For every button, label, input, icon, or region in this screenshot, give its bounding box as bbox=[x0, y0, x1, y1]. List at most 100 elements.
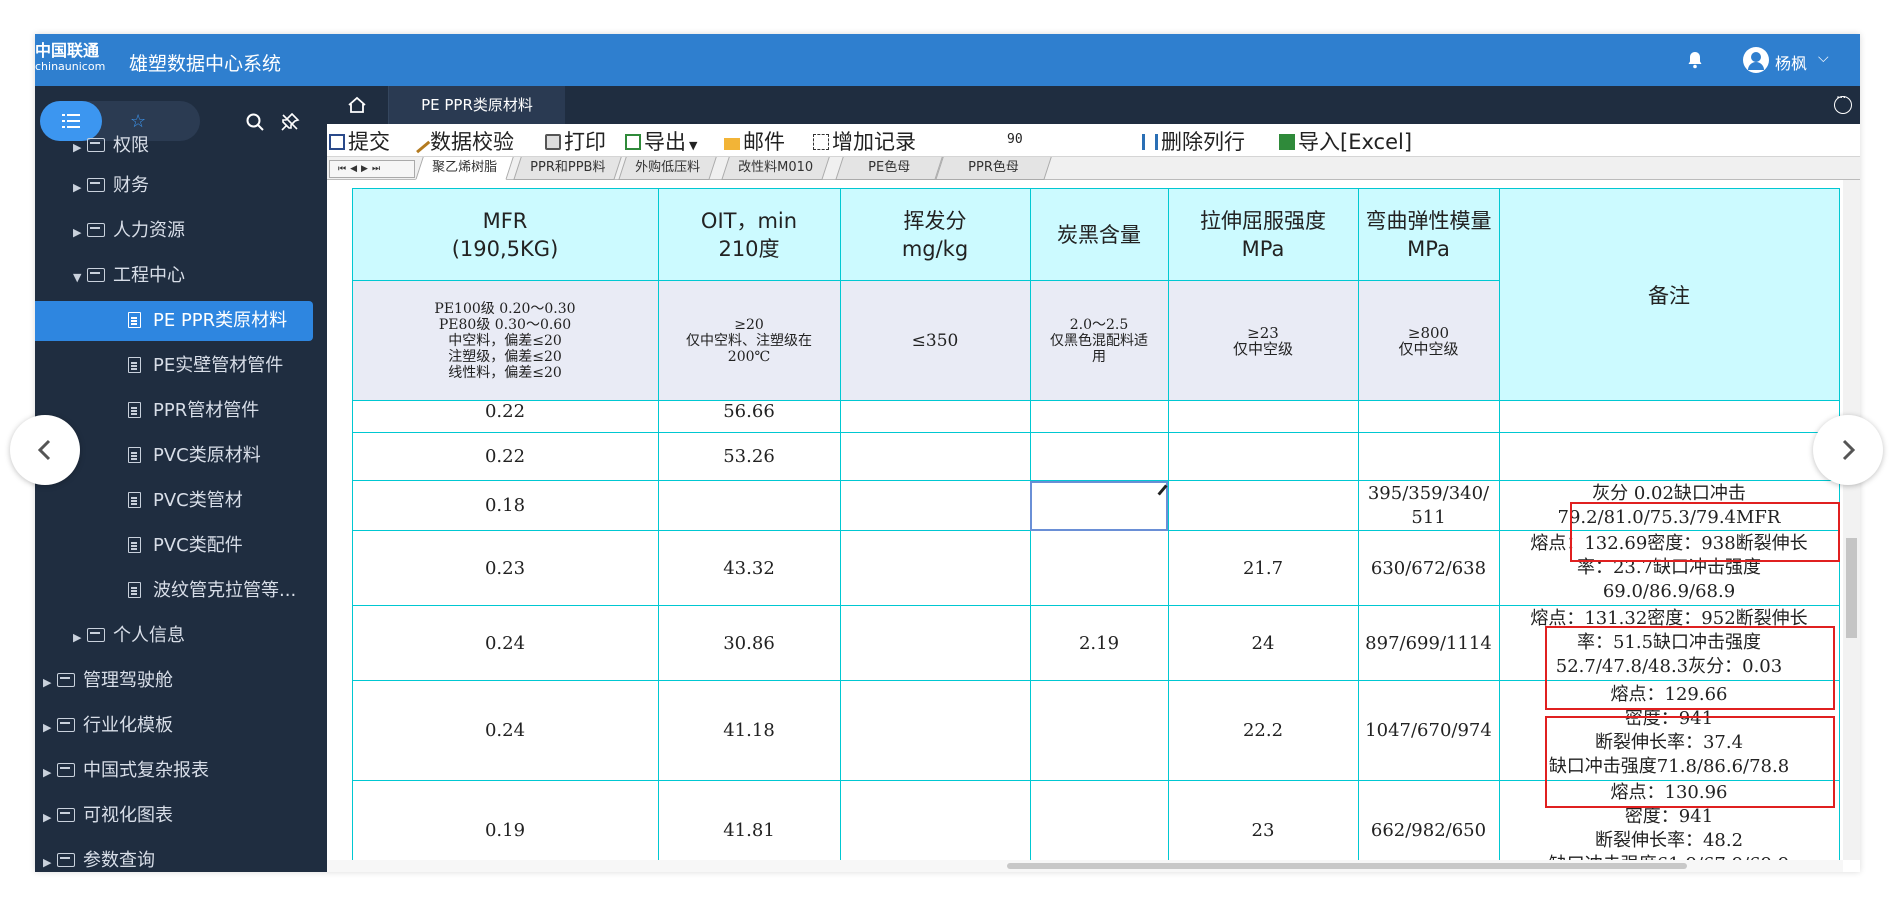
cell-flex-modulus[interactable] bbox=[1357, 400, 1500, 433]
cell-flex-modulus[interactable]: 395/359/340/ 511 bbox=[1357, 480, 1500, 531]
user-name[interactable]: 杨枫 bbox=[1775, 50, 1807, 74]
sidebar-item-corrugated[interactable]: 波纹管克拉管等... bbox=[128, 571, 296, 611]
sheet-tab-5[interactable]: PPR色母 bbox=[935, 157, 1052, 180]
cell-carbon-black[interactable] bbox=[1029, 680, 1169, 781]
prev-button[interactable] bbox=[10, 415, 80, 485]
avatar[interactable] bbox=[1743, 47, 1769, 73]
sidebar-item-pe-pipe[interactable]: PE实壁管材管件 bbox=[128, 346, 283, 386]
printer-icon bbox=[545, 134, 561, 150]
submit-button[interactable]: 提交 bbox=[329, 126, 390, 156]
cell-mfr[interactable]: 0.19 bbox=[351, 780, 659, 860]
sidebar-item-pvc-raw[interactable]: PVC类原材料 bbox=[128, 436, 261, 476]
cell-oit[interactable]: 43.32 bbox=[657, 530, 841, 606]
mail-button[interactable]: 邮件 bbox=[724, 126, 785, 156]
sheet-nav-arrows[interactable]: ⏮◀▶⏭ bbox=[329, 160, 415, 178]
sidebar-item-pvc-pipe[interactable]: PVC类管材 bbox=[128, 481, 243, 521]
chevron-down-icon[interactable]: ⌵ bbox=[1818, 50, 1829, 66]
cell-oit[interactable]: 41.18 bbox=[657, 680, 841, 781]
cell-flex-modulus[interactable]: 897/699/1114 bbox=[1357, 605, 1500, 681]
cell-carbon-black[interactable] bbox=[1029, 530, 1169, 606]
sidebar-item-hr[interactable]: ▶ 人力资源 bbox=[73, 211, 185, 251]
cell-mfr[interactable]: 0.22 bbox=[351, 400, 659, 433]
export-icon bbox=[625, 134, 641, 150]
cell-flex-modulus[interactable] bbox=[1357, 432, 1500, 481]
cell-oit[interactable] bbox=[657, 480, 841, 531]
sheet-tab-4[interactable]: PE色母 bbox=[835, 157, 943, 180]
delete-row-button[interactable]: 删除列行 bbox=[1142, 126, 1245, 156]
sidebar-item-engineering[interactable]: ▼ 工程中心 bbox=[73, 256, 185, 296]
export-button[interactable]: 导出 ▼ bbox=[625, 126, 697, 156]
validate-button[interactable]: 数据校验 bbox=[407, 126, 514, 156]
cell-note[interactable] bbox=[1498, 432, 1840, 481]
sheet-tab-0[interactable]: 聚乙烯树脂 bbox=[415, 157, 514, 180]
cell-oit[interactable]: 41.81 bbox=[657, 780, 841, 860]
bell-icon[interactable] bbox=[1685, 50, 1705, 70]
cell-volatile[interactable] bbox=[839, 680, 1031, 781]
cell-oit[interactable]: 56.66 bbox=[657, 400, 841, 433]
sheet-tab-1[interactable]: PPR和PPB料 bbox=[513, 157, 623, 180]
scrollbar-thumb[interactable] bbox=[1846, 538, 1857, 638]
cell-oit[interactable]: 30.86 bbox=[657, 605, 841, 681]
cell-oit[interactable]: 53.26 bbox=[657, 432, 841, 481]
print-button[interactable]: 打印 bbox=[545, 126, 606, 156]
sidebar-item-permissions[interactable]: ▶ 权限 bbox=[73, 126, 149, 166]
cell-carbon-black-selected[interactable] bbox=[1029, 480, 1169, 531]
unpin-icon[interactable] bbox=[280, 112, 300, 132]
search-icon[interactable] bbox=[245, 112, 265, 132]
cell-mfr[interactable]: 0.24 bbox=[351, 605, 659, 681]
cell-flex-modulus[interactable]: 630/672/638 bbox=[1357, 530, 1500, 606]
import-excel-button[interactable]: 导入[Excel] bbox=[1279, 126, 1412, 156]
cell-flex-modulus[interactable]: 662/982/650 bbox=[1357, 780, 1500, 860]
cell-mfr[interactable]: 0.22 bbox=[351, 432, 659, 481]
cell-tensile[interactable]: 24 bbox=[1167, 605, 1359, 681]
sidebar-item-pvc-fitting[interactable]: PVC类配件 bbox=[128, 526, 243, 566]
sheet-tab-3[interactable]: 改性料M010 bbox=[721, 157, 830, 180]
cell-carbon-black[interactable] bbox=[1029, 780, 1169, 860]
cell-volatile[interactable] bbox=[839, 605, 1031, 681]
horizontal-scrollbar[interactable] bbox=[327, 860, 1843, 872]
sidebar-item-pe-ppr[interactable]: PE PPR类原材料 bbox=[35, 301, 313, 341]
cell-volatile[interactable] bbox=[839, 780, 1031, 860]
cell-mfr[interactable]: 0.24 bbox=[351, 680, 659, 781]
cell-carbon-black[interactable] bbox=[1029, 400, 1169, 433]
cell-tensile[interactable]: 23 bbox=[1167, 780, 1359, 860]
cell-note[interactable] bbox=[1498, 400, 1840, 433]
cell-volatile[interactable] bbox=[839, 432, 1031, 481]
more-icon[interactable] bbox=[1834, 91, 1852, 114]
cell-tensile[interactable] bbox=[1167, 432, 1359, 481]
record-count-input[interactable]: 90 bbox=[1007, 132, 1023, 147]
sidebar: ☆ ▶ 权限 ▶ 财务 ▶ 人力资源 ▼ 工程中心 PE PPR类原材料 PE实壁管材管… bbox=[35, 86, 327, 872]
document-icon bbox=[128, 312, 141, 328]
cell-volatile[interactable] bbox=[839, 530, 1031, 606]
vertical-scrollbar[interactable] bbox=[1843, 180, 1860, 860]
add-record-button[interactable]: 增加记录 bbox=[813, 126, 916, 156]
cell-carbon-black[interactable] bbox=[1029, 432, 1169, 481]
sidebar-item-cockpit[interactable]: ▶ 管理驾驶舱 bbox=[43, 661, 173, 701]
cell-tensile[interactable] bbox=[1167, 480, 1359, 531]
chevron-right-icon: ▶ bbox=[73, 181, 82, 194]
cell-mfr[interactable]: 0.23 bbox=[351, 530, 659, 606]
sidebar-item-reports[interactable]: ▶ 中国式复杂报表 bbox=[43, 751, 209, 791]
header-row-titles: MFR (190,5KG) OIT，min 210度 挥发分 mg/kg 炭黑含… bbox=[327, 188, 1840, 401]
cell-tensile[interactable]: 21.7 bbox=[1167, 530, 1359, 606]
sidebar-item-ppr-pipe[interactable]: PPR管材管件 bbox=[128, 391, 259, 431]
next-button[interactable] bbox=[1813, 415, 1883, 485]
cell-tensile[interactable]: 22.2 bbox=[1167, 680, 1359, 781]
folder-icon bbox=[87, 223, 105, 237]
tab-home[interactable] bbox=[327, 86, 389, 124]
sidebar-item-params[interactable]: ▶ 参数查询 bbox=[43, 841, 155, 872]
sheet-tab-2[interactable]: 外购低压料 bbox=[618, 157, 717, 180]
cell-volatile[interactable] bbox=[839, 480, 1031, 531]
cell-tensile[interactable] bbox=[1167, 400, 1359, 433]
sidebar-item-finance[interactable]: ▶ 财务 bbox=[73, 166, 149, 206]
sidebar-item-charts[interactable]: ▶ 可视化图表 bbox=[43, 796, 173, 836]
cell-mfr[interactable]: 0.18 bbox=[351, 480, 659, 531]
sidebar-item-industry[interactable]: ▶ 行业化模板 bbox=[43, 706, 173, 746]
cell-flex-modulus[interactable]: 1047/670/974 bbox=[1357, 680, 1500, 781]
cell-volatile[interactable] bbox=[839, 400, 1031, 433]
chevron-right-icon: ▶ bbox=[43, 856, 52, 869]
cell-carbon-black[interactable]: 2.19 bbox=[1029, 605, 1169, 681]
scrollbar-thumb[interactable] bbox=[1007, 863, 1687, 869]
tab-pe-ppr[interactable]: PE PPR类原材料 bbox=[389, 86, 565, 124]
sidebar-item-personal[interactable]: ▶ 个人信息 bbox=[73, 616, 185, 656]
